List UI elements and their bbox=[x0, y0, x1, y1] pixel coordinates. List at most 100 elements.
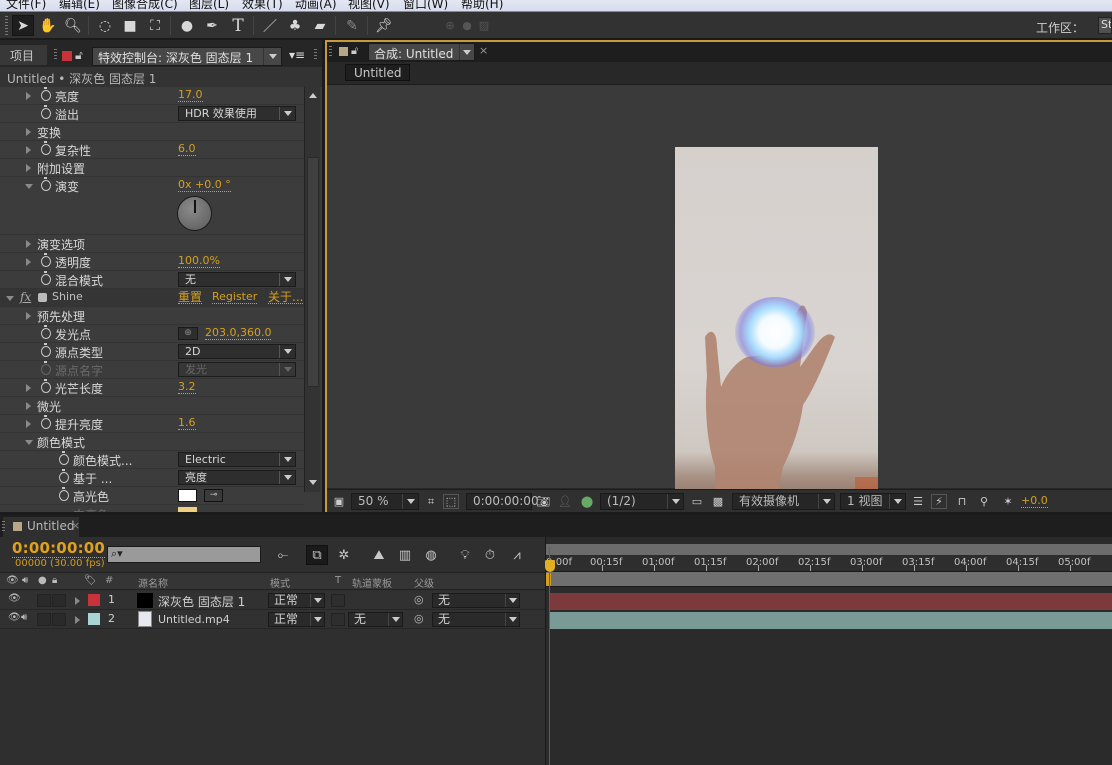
audio-toggle-icon[interactable]: 🔊︎ bbox=[21, 612, 27, 623]
stopwatch-icon[interactable] bbox=[41, 379, 51, 393]
magnification-dropdown[interactable]: 50 % bbox=[351, 493, 419, 510]
layer-row[interactable]: 👁︎ 1 深灰色 固态层 1 正常 ◎ 无 bbox=[0, 591, 545, 610]
stopwatch-icon[interactable] bbox=[59, 451, 69, 465]
boost-light-value[interactable]: 1.6 bbox=[178, 417, 196, 430]
collapse-arrow-icon[interactable] bbox=[6, 296, 14, 301]
pick-whip-icon[interactable]: ◎ bbox=[414, 612, 424, 625]
roto-brush-tool-icon[interactable]: ✎ bbox=[341, 15, 363, 36]
current-time-field[interactable]: 0:00:00:00 bbox=[466, 493, 539, 510]
stopwatch-icon[interactable] bbox=[41, 177, 51, 191]
menu-animation[interactable]: 动画(A) bbox=[295, 0, 337, 11]
expand-arrow-icon[interactable] bbox=[26, 420, 31, 428]
layer-row[interactable]: 👁︎ 🔊︎ 2 Untitled.mp4 正常 无 ◎ 无 bbox=[0, 610, 545, 629]
property-transform[interactable]: 变换 bbox=[0, 123, 304, 141]
pick-whip-icon[interactable]: ◎ bbox=[414, 593, 424, 606]
property-colorize-group[interactable]: 颜色模式 bbox=[0, 433, 304, 451]
reset-link[interactable]: 重置 bbox=[178, 291, 203, 304]
draft-3d-icon[interactable]: ✲ bbox=[333, 545, 355, 565]
base-on-dropdown[interactable]: 亮度 bbox=[178, 470, 296, 485]
expand-arrow-icon[interactable] bbox=[75, 616, 80, 624]
shape-tool-icon[interactable]: ● bbox=[176, 15, 198, 36]
pen-tool-icon[interactable]: ✒ bbox=[201, 15, 223, 36]
register-link[interactable]: Register bbox=[212, 291, 258, 304]
workspace-dropdown[interactable]: St bbox=[1098, 17, 1112, 34]
stopwatch-icon[interactable] bbox=[59, 469, 69, 483]
time-ruler[interactable]: 0:00f 00:15f 01:00f 01:15f 02:00f 02:15f 03:00… bbox=[546, 556, 1112, 571]
timeline-graph-area[interactable]: 0:00f 00:15f 01:00f 01:15f 02:00f 02:15f 03:00… bbox=[545, 537, 1112, 765]
menu-effect[interactable]: 效果(T) bbox=[242, 0, 283, 11]
stopwatch-icon[interactable] bbox=[41, 343, 51, 357]
hand-tool-icon[interactable]: ✋ bbox=[37, 15, 59, 36]
parent-dropdown[interactable]: 无 bbox=[432, 612, 520, 627]
lock-toggle[interactable] bbox=[52, 594, 66, 607]
solo-icon[interactable]: ● bbox=[38, 575, 47, 586]
property-complexity[interactable]: 复杂性 6.0 bbox=[0, 141, 304, 159]
label-tag-icon[interactable]: 🏷︎ bbox=[84, 575, 97, 586]
hide-shy-layers-icon[interactable]: ⛰ bbox=[368, 545, 390, 565]
expand-arrow-icon[interactable] bbox=[26, 312, 31, 320]
grid-guide-icon[interactable]: ⌗ bbox=[423, 494, 439, 509]
composition-subtab[interactable]: Untitled bbox=[345, 64, 411, 81]
tab-project[interactable]: 项目 bbox=[0, 45, 47, 65]
property-brightness[interactable]: 亮度 17.0 bbox=[0, 87, 304, 105]
expand-arrow-icon[interactable] bbox=[26, 128, 31, 136]
always-preview-icon[interactable]: ▣ bbox=[331, 494, 347, 509]
property-boost-light[interactable]: 提升亮度 1.6 bbox=[0, 415, 304, 433]
view-layout-dropdown[interactable]: 1 视图 bbox=[840, 493, 906, 510]
camera-tool-icon[interactable]: ■ bbox=[119, 15, 141, 36]
exposure-value[interactable]: +0.0 bbox=[1021, 495, 1048, 508]
flowchart-icon[interactable]: ⚲ bbox=[976, 494, 992, 509]
expand-arrow-icon[interactable] bbox=[26, 146, 31, 154]
layer-label-color[interactable] bbox=[88, 594, 100, 606]
solo-toggle[interactable] bbox=[37, 594, 51, 607]
mid-high-color-swatch[interactable] bbox=[178, 507, 197, 512]
opacity-value[interactable]: 100.0% bbox=[178, 255, 220, 268]
stopwatch-icon[interactable] bbox=[41, 105, 51, 119]
selection-tool-icon[interactable]: ➤ bbox=[12, 15, 34, 36]
layer-name[interactable]: Untitled.mp4 bbox=[158, 613, 230, 626]
lock-icon[interactable]: 🔓︎ bbox=[351, 44, 358, 58]
work-area-bar[interactable] bbox=[546, 544, 1112, 555]
menu-edit[interactable]: 编辑(E) bbox=[59, 0, 100, 11]
channel-rgb-icon[interactable]: ⬤ bbox=[579, 494, 595, 509]
layer-bar-2[interactable] bbox=[550, 612, 1112, 629]
colorize-dropdown[interactable]: Electric bbox=[178, 452, 296, 467]
stopwatch-icon[interactable] bbox=[59, 487, 69, 501]
expand-arrow-icon[interactable] bbox=[26, 164, 31, 172]
expand-arrow-icon[interactable] bbox=[26, 92, 31, 100]
layer-search-input[interactable]: ⌕▾ bbox=[107, 546, 261, 563]
expand-arrow-icon[interactable] bbox=[26, 258, 31, 266]
rotate-tool-icon[interactable]: ◌ bbox=[94, 15, 116, 36]
stopwatch-icon[interactable] bbox=[41, 253, 51, 267]
panel-grip[interactable] bbox=[2, 521, 5, 533]
tab-effect-controls[interactable]: 特效控制台: 深灰色 固态层 1 bbox=[92, 47, 282, 66]
eyedropper-icon[interactable]: ⊸ bbox=[204, 489, 223, 502]
camera-dropdown[interactable]: 有效摄像机 bbox=[732, 493, 835, 510]
stopwatch-icon[interactable] bbox=[41, 325, 51, 339]
type-tool-icon[interactable]: T bbox=[227, 15, 249, 36]
zoom-tool-icon[interactable]: 🔍︎ bbox=[62, 15, 84, 36]
source-type-dropdown[interactable]: 2D bbox=[178, 344, 296, 359]
scrollbar-thumb[interactable] bbox=[307, 157, 319, 387]
brainstorm-icon[interactable]: 💡︎ bbox=[454, 545, 476, 565]
fast-preview-icon[interactable]: ▭ bbox=[689, 494, 705, 509]
audio-icon[interactable]: 🔊︎ bbox=[22, 575, 28, 586]
source-point-value[interactable]: 203.0,360.0 bbox=[205, 327, 272, 340]
highlights-color-swatch[interactable] bbox=[178, 489, 197, 502]
overflow-dropdown[interactable]: HDR 效果使用 bbox=[178, 106, 296, 121]
menu-window[interactable]: 窗口(W) bbox=[403, 0, 448, 11]
brightness-value[interactable]: 17.0 bbox=[178, 89, 203, 102]
parent-dropdown[interactable]: 无 bbox=[432, 593, 520, 608]
region-of-interest-icon[interactable]: ⬚ bbox=[443, 494, 459, 509]
fx-icon[interactable]: fx bbox=[20, 290, 31, 304]
layer-name[interactable]: 深灰色 固态层 1 bbox=[158, 593, 245, 610]
clone-stamp-tool-icon[interactable]: ♣ bbox=[284, 15, 306, 36]
current-time-display[interactable]: 0:00:00:00 bbox=[12, 540, 106, 558]
expand-arrow-icon[interactable] bbox=[26, 240, 31, 248]
preserve-transparency-toggle[interactable] bbox=[331, 594, 345, 607]
lock-icon[interactable]: 🔓︎ bbox=[75, 48, 83, 63]
playhead-handle[interactable] bbox=[545, 560, 555, 572]
effect-shine-header[interactable]: fx Shine 重置 Register 关于... bbox=[0, 289, 304, 307]
frame-blending-icon[interactable]: ▥ bbox=[394, 545, 416, 565]
stopwatch-icon[interactable] bbox=[41, 141, 51, 155]
